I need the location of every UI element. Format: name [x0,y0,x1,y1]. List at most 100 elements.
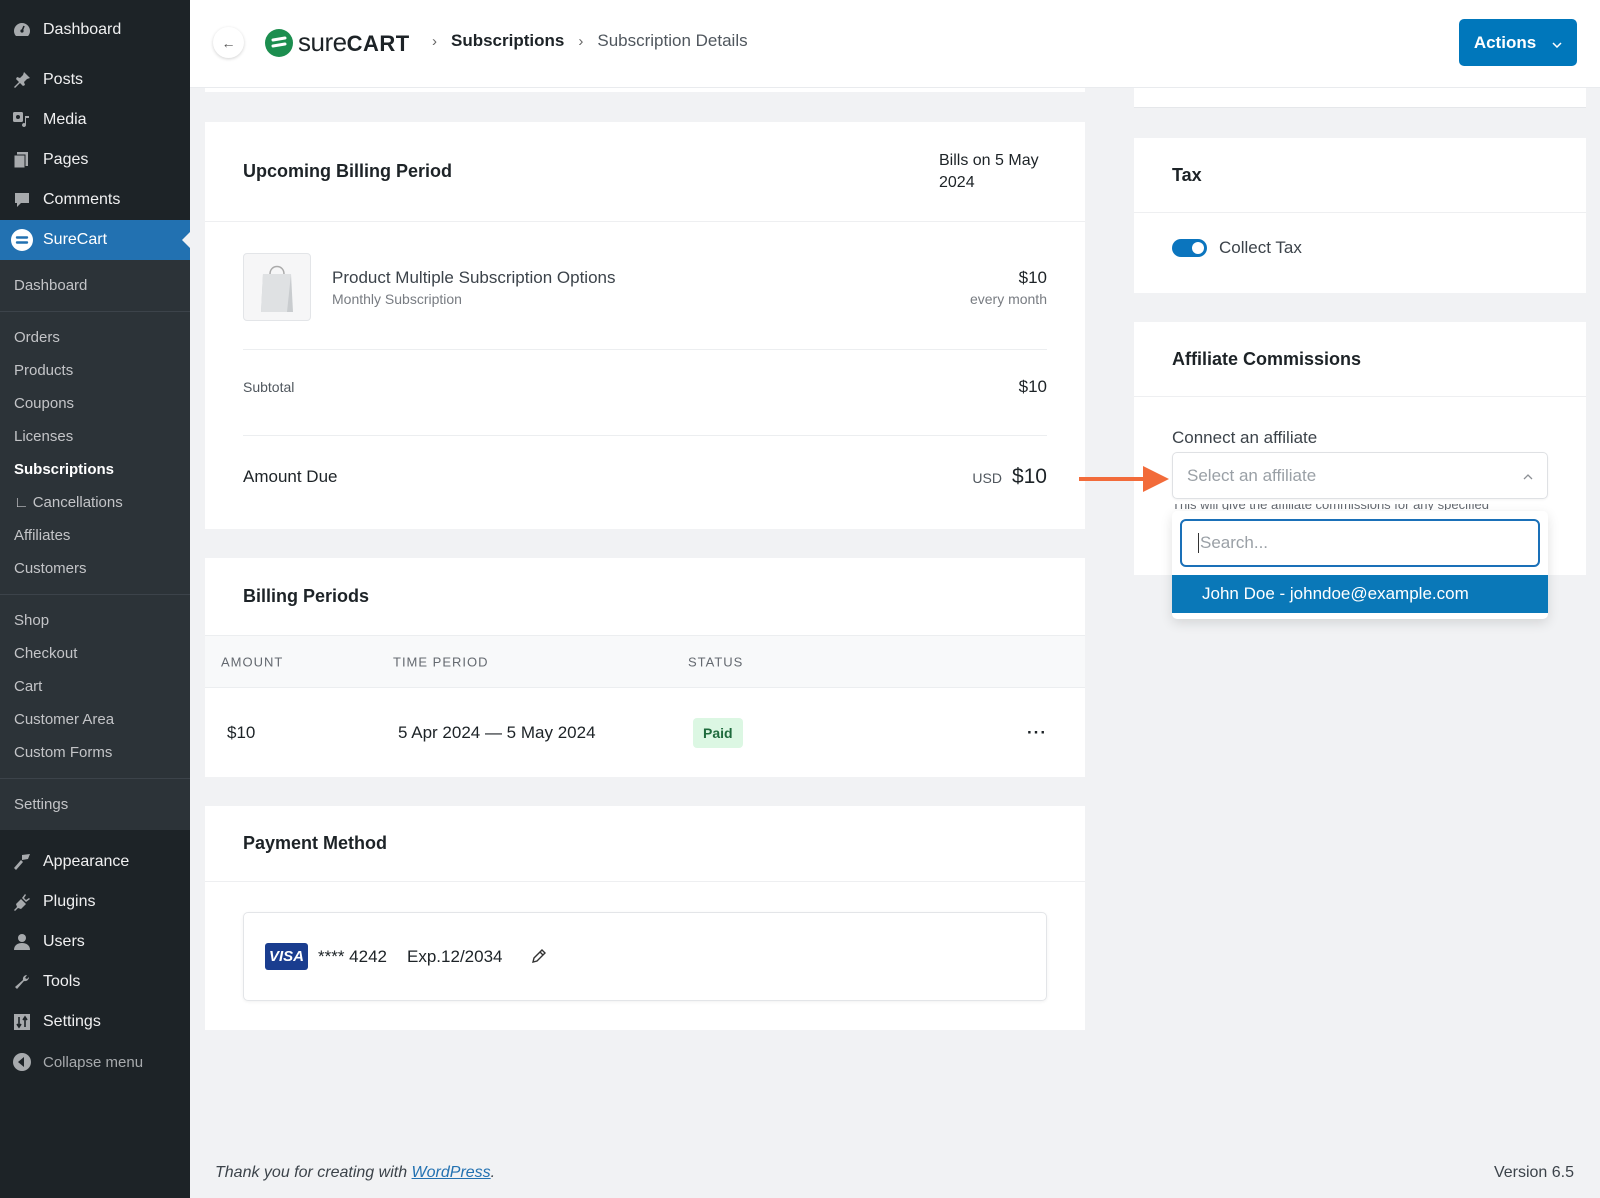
menu-label: Posts [43,71,84,88]
card-title: Upcoming Billing Period [243,161,453,181]
card-expiry: Exp.12/2034 [407,946,503,966]
menu-tools[interactable]: Tools [0,962,190,1002]
submenu-cart[interactable]: Cart [0,670,190,703]
menu-appearance[interactable]: Appearance [0,842,190,882]
surecart-logo-icon [265,28,293,57]
product-name: Product Multiple Subscription Options [332,267,616,287]
arrow-left-icon: ← [221,34,236,51]
plugin-icon [11,891,33,913]
card-number: **** 4242 [318,946,388,966]
menu-label: Settings [43,1013,101,1030]
chevron-right-icon: › [578,32,584,50]
product-price: $10 [1018,267,1047,287]
bills-on-date: Bills on 5 May 2024 [939,151,1039,191]
submenu-shop[interactable]: Shop [0,604,190,637]
upcoming-billing-card: Upcoming Billing Period Bills on 5 May 2… [205,122,1085,529]
column-header-amount: AMOUNT [221,654,284,669]
submenu-cancellations[interactable]: ∟ Cancellations [0,486,190,519]
subtotal-row: Subtotal $10 [243,372,1047,402]
menu-plugins[interactable]: Plugins [0,882,190,922]
menu-posts[interactable]: Posts [0,60,190,100]
admin-sidebar: Dashboard Posts Media Pages Comments Sur… [0,0,190,1198]
payment-method-card: Payment Method VISA **** 4242 Exp.12/203… [205,806,1085,1030]
affiliate-dropdown: Search... John Doe - johndoe@example.com [1172,511,1548,619]
affiliate-select-placeholder: Select an affiliate [1187,465,1317,485]
wrench-icon [11,971,33,993]
comment-icon [11,189,33,211]
menu-users[interactable]: Users [0,922,190,962]
menu-label: Tools [43,973,81,990]
status-badge: Paid [693,717,743,748]
submenu-coupons[interactable]: Coupons [0,387,190,420]
column-header-time-period: TIME PERIOD [393,654,489,669]
menu-dashboard[interactable]: Dashboard [0,0,190,60]
divider [243,349,1047,350]
menu-settings[interactable]: Settings [0,1002,190,1042]
actions-button[interactable]: Actions [1459,19,1577,66]
menu-label: Plugins [43,893,96,910]
sub-arrow-icon: ∟ [14,494,29,511]
wordpress-link[interactable]: WordPress [412,1164,491,1181]
submenu-orders[interactable]: Orders [0,321,190,354]
table-header: AMOUNT TIME PERIOD STATUS [205,635,1085,688]
submenu-checkout[interactable]: Checkout [0,637,190,670]
collapse-menu-button[interactable]: Collapse menu [0,1042,190,1082]
menu-label: Users [43,933,85,950]
back-button[interactable]: ← [213,27,244,58]
logo-text: sureCART [298,27,410,57]
product-image [243,253,311,321]
submenu-customer-area[interactable]: Customer Area [0,703,190,736]
product-interval: every month [969,290,1047,307]
card-title: Billing Periods [243,586,370,606]
subtotal-label: Subtotal [243,379,295,395]
cell-amount: $10 [227,722,256,742]
surecart-logo: sureCART [265,27,410,58]
menu-surecart[interactable]: SureCart [0,220,190,260]
billing-periods-card: Billing Periods AMOUNT TIME PERIOD STATU… [205,558,1085,777]
affiliate-field-label: Connect an affiliate [1172,428,1318,447]
card-partial [1134,88,1586,108]
currency-code: USD [972,470,1002,486]
pages-icon [11,149,33,171]
submenu-custom-forms[interactable]: Custom Forms [0,736,190,769]
page-header: ← sureCART › Subscriptions › Subscriptio… [190,0,1600,88]
footer-thanks: Thank you for creating with WordPress. [215,1164,496,1181]
submenu-settings[interactable]: Settings [0,788,190,821]
product-variant: Monthly Subscription [332,290,462,307]
card-title: Payment Method [243,833,388,853]
affiliate-option[interactable]: John Doe - johndoe@example.com [1172,575,1548,613]
submenu-licenses[interactable]: Licenses [0,420,190,453]
annotation-arrow-icon [1079,466,1169,492]
amount-due-value: $10 [1011,465,1047,488]
breadcrumb-subscriptions[interactable]: Subscriptions [451,31,564,51]
tax-card: Tax Collect Tax [1134,138,1586,293]
affiliate-search-input[interactable]: Search... [1180,519,1540,567]
card-title: Affiliate Commissions [1172,348,1362,369]
media-icon [11,109,33,131]
collect-tax-toggle[interactable] [1172,239,1207,257]
submenu-products[interactable]: Products [0,354,190,387]
menu-comments[interactable]: Comments [0,180,190,220]
card-partial [205,88,1085,92]
affiliate-select[interactable]: Select an affiliate [1172,452,1548,499]
menu-label: Comments [43,191,121,208]
column-header-status: STATUS [688,654,744,669]
submenu-subscriptions[interactable]: Subscriptions [0,453,190,486]
divider [243,435,1047,436]
more-options-icon[interactable]: ··· [1027,723,1047,743]
menu-media[interactable]: Media [0,100,190,140]
subtotal-value: $10 [1018,377,1047,396]
cell-time-period: 5 Apr 2024 — 5 May 2024 [398,722,596,742]
menu-label: Dashboard [43,21,122,38]
menu-label: Appearance [43,853,130,870]
menu-pages[interactable]: Pages [0,140,190,180]
payment-method-item: VISA **** 4242 Exp.12/2034 [243,912,1047,1001]
menu-label: SureCart [43,231,108,248]
submenu-affiliates[interactable]: Affiliates [0,519,190,552]
submenu-customers[interactable]: Customers [0,552,190,585]
divider [0,778,190,779]
line-item: Product Multiple Subscription Options Mo… [243,252,1047,322]
brush-icon [11,851,33,873]
submenu-dashboard[interactable]: Dashboard [0,269,190,302]
edit-pencil-icon[interactable] [530,948,547,965]
